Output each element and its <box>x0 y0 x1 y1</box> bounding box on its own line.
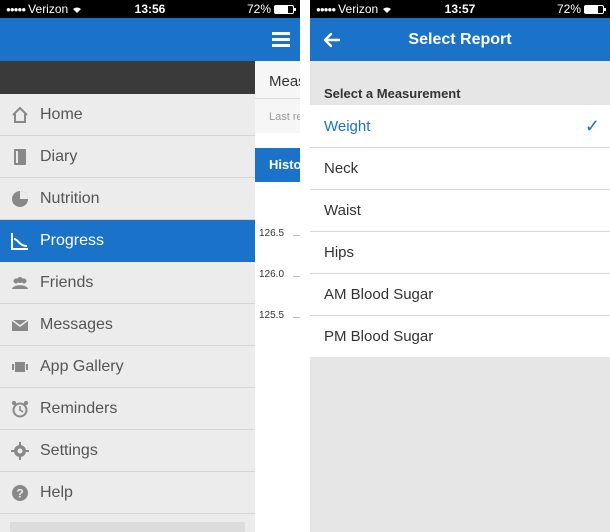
status-bar: ●●●●● Verizon 13:56 72% <box>0 0 300 18</box>
help-icon: ? <box>10 483 30 503</box>
battery-icon <box>584 4 606 14</box>
menu-item-diary[interactable]: Diary <box>0 136 255 178</box>
y-tick-mark <box>293 235 300 236</box>
checkmark-icon: ✓ <box>584 115 600 136</box>
option-label: AM Blood Sugar <box>324 286 434 303</box>
battery-icon <box>274 4 296 14</box>
menu-list: Home Diary Nutrition Progress Friends Message… <box>0 94 255 514</box>
chart-line-icon <box>10 231 30 251</box>
last-recorded-text: Last re <box>255 99 300 133</box>
back-arrow-icon[interactable] <box>310 18 354 61</box>
content-header <box>255 18 300 61</box>
hamburger-menu-icon[interactable] <box>272 29 290 50</box>
gear-icon <box>10 441 30 461</box>
side-menu: Home Diary Nutrition Progress Friends Message… <box>0 18 255 532</box>
y-tick-label: 125.5 <box>259 310 285 321</box>
drawer-header <box>0 18 255 61</box>
menu-item-nutrition[interactable]: Nutrition <box>0 178 255 220</box>
menu-item-label: Diary <box>40 147 78 165</box>
menu-item-label: Help <box>40 483 73 501</box>
menu-item-label: Messages <box>40 315 113 333</box>
menu-item-friends[interactable]: Friends <box>0 262 255 304</box>
option-pm-blood-sugar[interactable]: PM Blood Sugar <box>310 315 610 357</box>
menu-item-label: App Gallery <box>40 357 124 375</box>
menu-more-item[interactable] <box>10 522 245 532</box>
measurement-selector[interactable]: Meas <box>255 61 300 99</box>
page-title: Select Report <box>408 30 512 48</box>
menu-item-label: Home <box>40 105 83 123</box>
option-am-blood-sugar[interactable]: AM Blood Sugar <box>310 273 610 315</box>
status-bar: ●●●●● Verizon 13:57 72% <box>310 0 610 18</box>
signal-icon: ●●●●● <box>6 4 26 14</box>
option-hips[interactable]: Hips <box>310 231 610 273</box>
left-screen: ●●●●● Verizon 13:56 72% Home Diary Nutriti… <box>0 0 300 532</box>
option-weight[interactable]: Weight ✓ <box>310 105 610 147</box>
main-content-peek: Meas Last re Histo 126.5 126.0 125.5 <box>255 18 300 532</box>
menu-item-label: Progress <box>40 231 105 249</box>
nav-bar: Select Report <box>310 18 610 61</box>
y-tick-mark <box>293 276 300 277</box>
alarm-clock-icon <box>10 399 30 419</box>
menu-item-home[interactable]: Home <box>0 94 255 136</box>
option-neck[interactable]: Neck <box>310 147 610 189</box>
battery-fill <box>275 5 288 13</box>
option-label: Neck <box>324 160 359 177</box>
y-tick-mark <box>293 317 300 318</box>
menu-item-app-gallery[interactable]: App Gallery <box>0 346 255 388</box>
menu-item-label: Reminders <box>40 399 118 417</box>
option-waist[interactable]: Waist <box>310 189 610 231</box>
section-header: Select a Measurement <box>324 86 461 101</box>
menu-item-settings[interactable]: Settings <box>0 430 255 472</box>
signal-icon: ●●●●● <box>316 4 336 14</box>
right-screen: ●●●●● Verizon 13:57 72% Select Report Se… <box>310 0 610 532</box>
pie-chart-icon <box>10 189 30 209</box>
app-gallery-icon <box>10 357 30 377</box>
option-label: PM Blood Sugar <box>324 328 434 345</box>
option-label: Weight <box>324 117 371 135</box>
wifi-icon <box>73 6 82 13</box>
menu-item-messages[interactable]: Messages <box>0 304 255 346</box>
drawer-search-bar <box>0 61 255 94</box>
svg-text:?: ? <box>16 486 23 500</box>
menu-item-label: Settings <box>40 441 98 459</box>
wifi-icon <box>383 6 392 13</box>
envelope-icon <box>10 315 30 335</box>
carrier-label: Verizon <box>338 2 379 16</box>
option-label: Hips <box>324 244 355 261</box>
menu-item-label: Nutrition <box>40 189 100 207</box>
battery-fill <box>585 5 598 13</box>
measurement-options: Weight ✓ Neck Waist Hips AM Blood Sugar PM Blo… <box>310 105 610 357</box>
menu-item-progress[interactable]: Progress <box>0 220 255 262</box>
diary-icon <box>10 147 30 167</box>
friends-icon <box>10 273 30 293</box>
home-icon <box>10 105 30 125</box>
history-tab[interactable]: Histo <box>255 148 300 182</box>
y-tick-label: 126.5 <box>259 228 285 239</box>
menu-item-label: Friends <box>40 273 94 291</box>
battery-label: 72% <box>246 2 271 16</box>
option-label: Waist <box>324 202 361 219</box>
battery-label: 72% <box>556 2 581 16</box>
y-tick-label: 126.0 <box>259 269 285 280</box>
carrier-label: Verizon <box>28 2 69 16</box>
menu-item-reminders[interactable]: Reminders <box>0 388 255 430</box>
menu-item-help[interactable]: ? Help <box>0 472 255 514</box>
